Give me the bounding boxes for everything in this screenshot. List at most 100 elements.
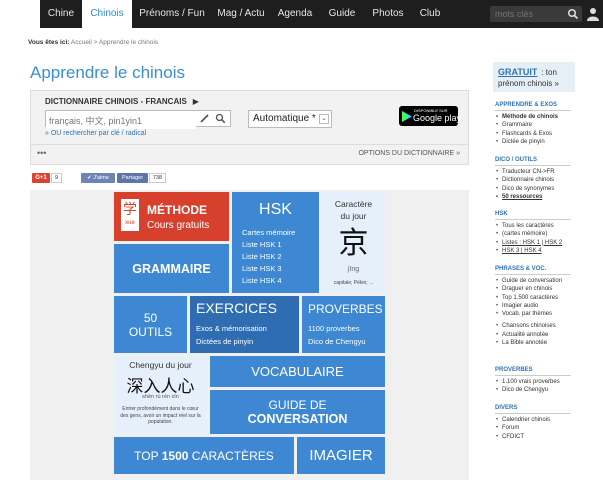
- dictionary-search-input[interactable]: [46, 113, 196, 129]
- sidebar-item[interactable]: Dico de Chengyu: [495, 386, 603, 395]
- sidebar-item[interactable]: Dictée de pinyin: [495, 138, 603, 147]
- sidebar-item[interactable]: Forum: [495, 424, 603, 433]
- promo-link[interactable]: GRATUIT: [498, 67, 537, 77]
- google-play-badge[interactable]: DISPONIBLE SUR Google play: [399, 106, 462, 126]
- sidebar-heading[interactable]: DIVERS: [495, 405, 603, 411]
- hsk-item[interactable]: Liste HSK 2: [242, 251, 295, 263]
- sidebar-item[interactable]: 50 ressources: [495, 193, 603, 202]
- sidebar-item[interactable]: HSK 3 | HSK 4: [495, 247, 603, 256]
- nav-item-mag[interactable]: Mag / Actu: [212, 0, 270, 28]
- tile-guide-conversation[interactable]: GUIDE DE CONVERSATION: [210, 390, 385, 434]
- sidebar-item[interactable]: Listes : HSK 1 | HSK 2: [495, 239, 603, 248]
- facebook-share-button[interactable]: Partager: [117, 173, 148, 183]
- sidebar-item[interactable]: Actualité annotée: [495, 331, 603, 340]
- exercices-sub-2: Dictées de pinyin: [196, 337, 254, 346]
- sidebar-item[interactable]: CFDICT: [495, 433, 603, 442]
- sidebar-section-hsk: HSK Tous les caractères (cartes mémoire)…: [495, 211, 603, 255]
- pen-icon[interactable]: [199, 113, 210, 124]
- sidebar-item[interactable]: Calendrier chinois: [495, 416, 603, 425]
- sidebar-item[interactable]: Grammaire: [495, 121, 603, 130]
- gplus-button[interactable]: G+1: [32, 173, 50, 183]
- promo-line-1: GRATUIT: ton: [498, 67, 557, 77]
- google-play-text: Google play: [413, 113, 462, 123]
- divider: [495, 110, 571, 111]
- more-dots[interactable]: •••: [37, 148, 46, 158]
- hsk-item[interactable]: Liste HSK 1: [242, 239, 295, 251]
- exercices-title: EXERCICES: [196, 300, 277, 316]
- sidebar-item[interactable]: Dictionnaire chinois: [495, 176, 603, 185]
- search-icon[interactable]: [567, 8, 579, 20]
- imagier-title: IMAGIER: [309, 447, 373, 464]
- radical-search-link[interactable]: » OU rechercher par clé / radical: [45, 130, 146, 137]
- sidebar-item-note: (cartes mémoire): [495, 230, 603, 239]
- nav-item-photos[interactable]: Photos: [366, 0, 410, 28]
- sidebar-item[interactable]: Méthode de chinois: [495, 113, 603, 122]
- sidebar-item[interactable]: Draguer en chinois: [495, 285, 603, 294]
- site-search-input[interactable]: [490, 6, 568, 22]
- tile-exercices[interactable]: EXERCICES Exos & mémorisation Dictées de…: [190, 296, 299, 353]
- divider: [495, 274, 571, 275]
- hsk-item[interactable]: Liste HSK 3: [242, 263, 295, 275]
- facebook-like-button[interactable]: ✔ J'aime: [81, 173, 115, 183]
- sidebar-item[interactable]: Tous les caractères: [495, 222, 603, 231]
- sidebar-item[interactable]: La Bible annotée: [495, 339, 603, 348]
- sidebar-item[interactable]: Traducteur CN->FR: [495, 168, 603, 177]
- google-play-icon: [402, 111, 412, 122]
- caractere-title-2: du jour: [340, 211, 367, 221]
- nav-item-guide[interactable]: Guide: [320, 0, 364, 28]
- hsk-title: HSK: [259, 201, 292, 218]
- tile-hsk[interactable]: HSK Cartes mémoire Liste HSK 1 Liste HSK…: [232, 192, 319, 293]
- divider: [495, 219, 571, 220]
- language-select-value: Automatique *: [253, 113, 316, 124]
- methode-title: MÉTHODE: [147, 203, 207, 217]
- tile-proverbes[interactable]: PROVERBES 1100 proverbes Dico de Chengyu: [302, 296, 385, 353]
- sidebar-item[interactable]: Guide de conversation: [495, 277, 603, 286]
- share-count: 738: [149, 173, 166, 183]
- sidebar-item[interactable]: Dico de synonymes: [495, 185, 603, 194]
- methode-sub: Cours gratuits: [147, 220, 210, 231]
- tile-vocabulaire[interactable]: VOCABULAIRE: [210, 356, 385, 387]
- sidebar-heading[interactable]: PROVERBES: [495, 367, 603, 373]
- nav-item-chinois[interactable]: Chinois: [82, 0, 132, 28]
- tile-chengyu-du-jour[interactable]: Chengyu du jour 深入人心 shēn rù rén xīn Ent…: [114, 356, 207, 434]
- sidebar-item[interactable]: Top 1.500 caractères: [495, 294, 603, 303]
- page-title: Apprendre le chinois: [30, 63, 185, 82]
- sidebar-heading[interactable]: PHRASES & VOC.: [495, 266, 603, 272]
- sidebar-item[interactable]: Imagier audio: [495, 302, 603, 311]
- language-select[interactable]: Automatique * ⌄: [248, 110, 332, 128]
- sidebar-section-divers: DIVERS Calendrier chinois Forum CFDICT: [495, 405, 603, 441]
- tile-caractere-du-jour[interactable]: Caractère du jour 京 jīng capitale; Pékin…: [322, 192, 385, 293]
- divider: [495, 413, 571, 414]
- search-icon[interactable]: [215, 113, 226, 124]
- user-icon[interactable]: [587, 7, 599, 21]
- top-number: 1500: [161, 448, 189, 463]
- dictionary-options-link[interactable]: OPTIONS DU DICTIONNAIRE »: [358, 150, 460, 157]
- sidebar-item[interactable]: Chansons chinoises: [495, 322, 603, 331]
- nav-item-chine[interactable]: Chine: [40, 0, 82, 28]
- sidebar-heading[interactable]: HSK: [495, 211, 603, 217]
- sidebar-item[interactable]: Flashcards & Exos: [495, 130, 603, 139]
- nav-item-agenda[interactable]: Agenda: [272, 0, 318, 28]
- hsk-item[interactable]: Liste HSK 4: [242, 275, 295, 287]
- sidebar-item[interactable]: Vocab. par thèmes: [495, 310, 603, 319]
- xue-icon: 学 xue: [121, 199, 139, 231]
- sidebar-heading[interactable]: DICO / OUTILS: [495, 157, 603, 163]
- hsk-item[interactable]: Cartes mémoire: [242, 227, 295, 239]
- chengyu-description: Entrer profondément dans le cœur des gen…: [120, 406, 201, 425]
- breadcrumb-path[interactable]: Accueil > Apprendre le chinois: [71, 39, 158, 46]
- tile-grammaire[interactable]: GRAMMAIRE: [114, 244, 229, 293]
- sidebar-heading[interactable]: APPRENDRE & EXOS: [495, 102, 603, 108]
- top-pre: TOP: [134, 448, 162, 463]
- tile-imagier[interactable]: IMAGIER: [297, 437, 385, 474]
- vocabulaire-title: VOCABULAIRE: [251, 364, 344, 379]
- nav-item-club[interactable]: Club: [412, 0, 448, 28]
- outils-label: OUTILS: [128, 324, 173, 339]
- nav-item-prenoms[interactable]: Prénoms / Fun: [134, 0, 210, 28]
- tile-outils[interactable]: 50 OUTILS: [114, 296, 187, 353]
- caractere-title-1: Caractère: [334, 199, 373, 209]
- sidebar-item[interactable]: 1.100 vrais proverbes: [495, 378, 603, 387]
- promo-box[interactable]: GRATUIT: ton prénom chinois »: [493, 62, 575, 92]
- tile-methode[interactable]: 学 xue MÉTHODE Cours gratuits: [114, 192, 229, 241]
- dictionary-arrow: ▶: [192, 97, 199, 106]
- tile-top-caracteres[interactable]: TOP 1500 CARACTÈRES: [114, 437, 294, 474]
